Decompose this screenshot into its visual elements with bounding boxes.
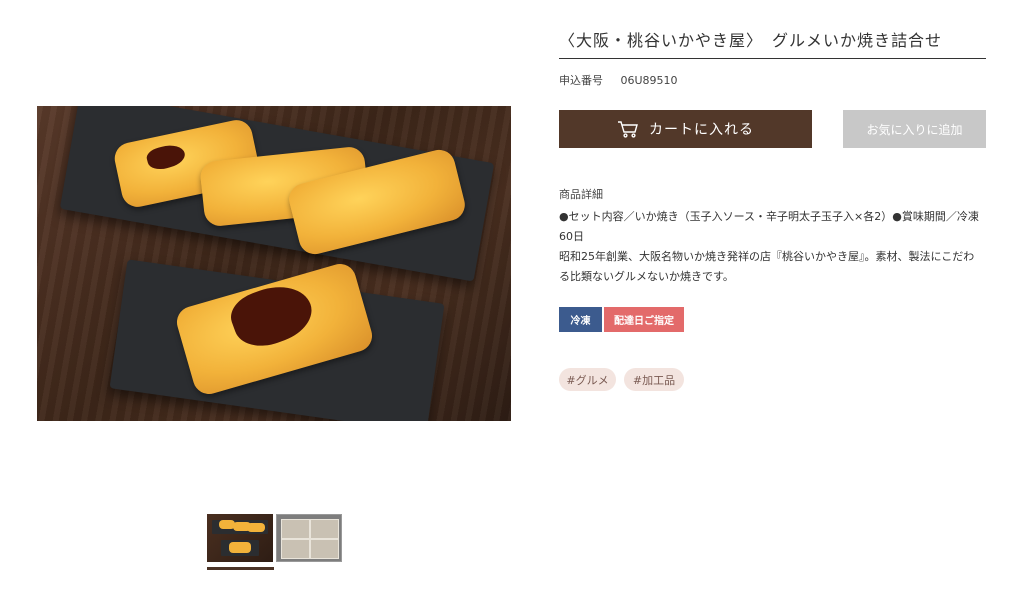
main-product-image — [37, 106, 511, 421]
package-compartment — [281, 519, 310, 539]
add-to-favorites-button[interactable]: お気に入りに追加 — [843, 110, 986, 148]
product-details-line: ●セット内容／いか焼き（玉子入ソース・辛子明太子玉子入×各2）●賞味期間／冷凍6… — [559, 210, 979, 243]
thumbnail-ikayaki[interactable] — [207, 514, 273, 562]
add-to-cart-button[interactable]: カートに入れる — [559, 110, 812, 148]
product-title: 〈大阪・桃谷いかやき屋〉 グルメいか焼き詰合せ — [559, 31, 943, 50]
title-divider — [559, 58, 986, 59]
selected-thumbnail-indicator — [207, 567, 274, 570]
product-details-line: 昭和25年創業、大阪名物いか焼き発祥の店『桃谷いかやき屋』。素材、製法にこだわる… — [559, 250, 975, 283]
cart-icon — [617, 120, 639, 138]
product-details-body: ●セット内容／いか焼き（玉子入ソース・辛子明太子玉子入×各2）●賞味期間／冷凍6… — [559, 207, 981, 287]
package-compartment — [310, 539, 339, 559]
product-details-heading: 商品詳細 — [559, 188, 603, 201]
tag-gourmet[interactable]: #グルメ — [559, 368, 616, 391]
add-to-cart-label: カートに入れる — [649, 122, 754, 138]
order-number-value: 06U89510 — [620, 74, 678, 87]
thumbnail-package[interactable] — [276, 514, 342, 562]
order-number-row: 申込番号 06U89510 — [559, 72, 678, 88]
package-compartment — [281, 539, 310, 559]
delivery-date-badge: 配達日ご指定 — [604, 307, 684, 332]
mini-egg — [229, 542, 251, 553]
order-number-label: 申込番号 — [559, 74, 603, 87]
tag-processed-food[interactable]: #加工品 — [624, 368, 684, 391]
package-compartment — [310, 519, 339, 539]
mini-egg — [247, 523, 265, 532]
frozen-badge: 冷凍 — [559, 307, 602, 332]
